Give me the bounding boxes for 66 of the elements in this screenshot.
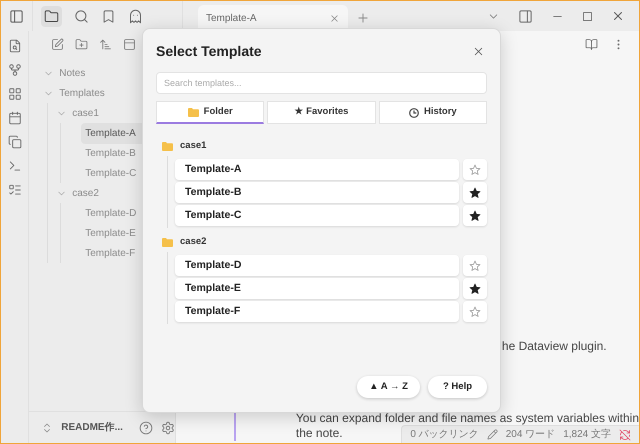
outline-star-icon: [469, 306, 481, 318]
new-tab-icon[interactable]: [356, 11, 370, 25]
maximize-icon[interactable]: [582, 10, 593, 22]
editor-text: You can expand folder and file names as system variables within: [296, 411, 639, 426]
filled-star-icon: [469, 282, 481, 294]
character-count: 1,824 文字: [563, 428, 611, 442]
folder-name: case1: [180, 138, 206, 153]
favorite-toggle[interactable]: [463, 205, 487, 226]
file-search-icon[interactable]: [8, 39, 22, 53]
collapse-icon[interactable]: [123, 38, 136, 50]
close-icon[interactable]: [611, 9, 625, 23]
help-icon[interactable]: [138, 420, 153, 434]
ghost-icon[interactable]: [128, 8, 143, 24]
editor-text: the note.: [296, 426, 343, 441]
sync-off-icon[interactable]: [619, 428, 631, 440]
backlink-count[interactable]: 0 バックリンク: [410, 427, 479, 442]
favorite-toggle[interactable]: [463, 255, 487, 276]
search-field[interactable]: Search templates...: [156, 72, 487, 94]
dialog-tab[interactable]: ★ Favorites: [267, 101, 376, 124]
new-folder-icon[interactable]: [75, 38, 88, 50]
settings-icon[interactable]: [160, 420, 175, 434]
favorite-toggle[interactable]: [463, 278, 487, 299]
folder-name: case2: [180, 234, 206, 249]
template-item[interactable]: Template-F: [175, 301, 459, 322]
template-item[interactable]: Template-A: [175, 159, 459, 180]
right-sidebar-icon[interactable]: [518, 8, 533, 24]
sort-button[interactable]: ▲ A → Z: [357, 376, 420, 398]
sort-icon[interactable]: [99, 38, 112, 50]
word-count: 204 ワード: [506, 428, 556, 442]
editor-text: he Dataview plugin.: [502, 338, 607, 355]
close-icon[interactable]: [472, 45, 485, 58]
copy-icon[interactable]: [8, 135, 22, 149]
vault-name[interactable]: README作...: [61, 420, 123, 435]
edit-icon[interactable]: [486, 429, 498, 440]
template-item[interactable]: Template-C: [175, 205, 459, 226]
checklist-icon[interactable]: [8, 183, 22, 197]
clock-icon: [408, 108, 419, 118]
help-button[interactable]: ? Help: [428, 376, 487, 398]
filled-star-icon: [469, 210, 481, 222]
template-item[interactable]: Template-B: [175, 182, 459, 203]
grid-icon[interactable]: [8, 87, 22, 101]
favorite-toggle[interactable]: [463, 301, 487, 322]
close-icon[interactable]: [329, 12, 340, 24]
outline-star-icon: [469, 260, 481, 272]
template-item[interactable]: Template-D: [175, 255, 459, 276]
reading-view-icon[interactable]: [585, 38, 598, 50]
favorite-toggle[interactable]: [463, 182, 487, 203]
new-note-icon[interactable]: [51, 38, 64, 50]
sidebar-toggle-icon[interactable]: [9, 8, 24, 24]
folder-icon: [188, 108, 199, 116]
filled-star-icon: [469, 186, 481, 198]
template-item[interactable]: Template-E: [175, 278, 459, 299]
bookmark-icon[interactable]: [101, 8, 116, 24]
search-icon[interactable]: [74, 8, 89, 24]
graph-icon[interactable]: [8, 63, 22, 77]
favorite-toggle[interactable]: [463, 159, 487, 180]
folder-icon: [162, 238, 173, 246]
dialog-tab[interactable]: Folder: [156, 101, 264, 124]
files-tab[interactable]: [41, 6, 62, 26]
outline-star-icon: [469, 164, 481, 176]
folder-icon: [162, 142, 173, 150]
terminal-icon[interactable]: [8, 159, 22, 173]
tab-title: Template-A: [206, 12, 257, 26]
calendar-icon[interactable]: [8, 111, 22, 125]
dialog-title: Select Template: [156, 42, 262, 61]
dialog-tab[interactable]: History: [378, 101, 487, 124]
